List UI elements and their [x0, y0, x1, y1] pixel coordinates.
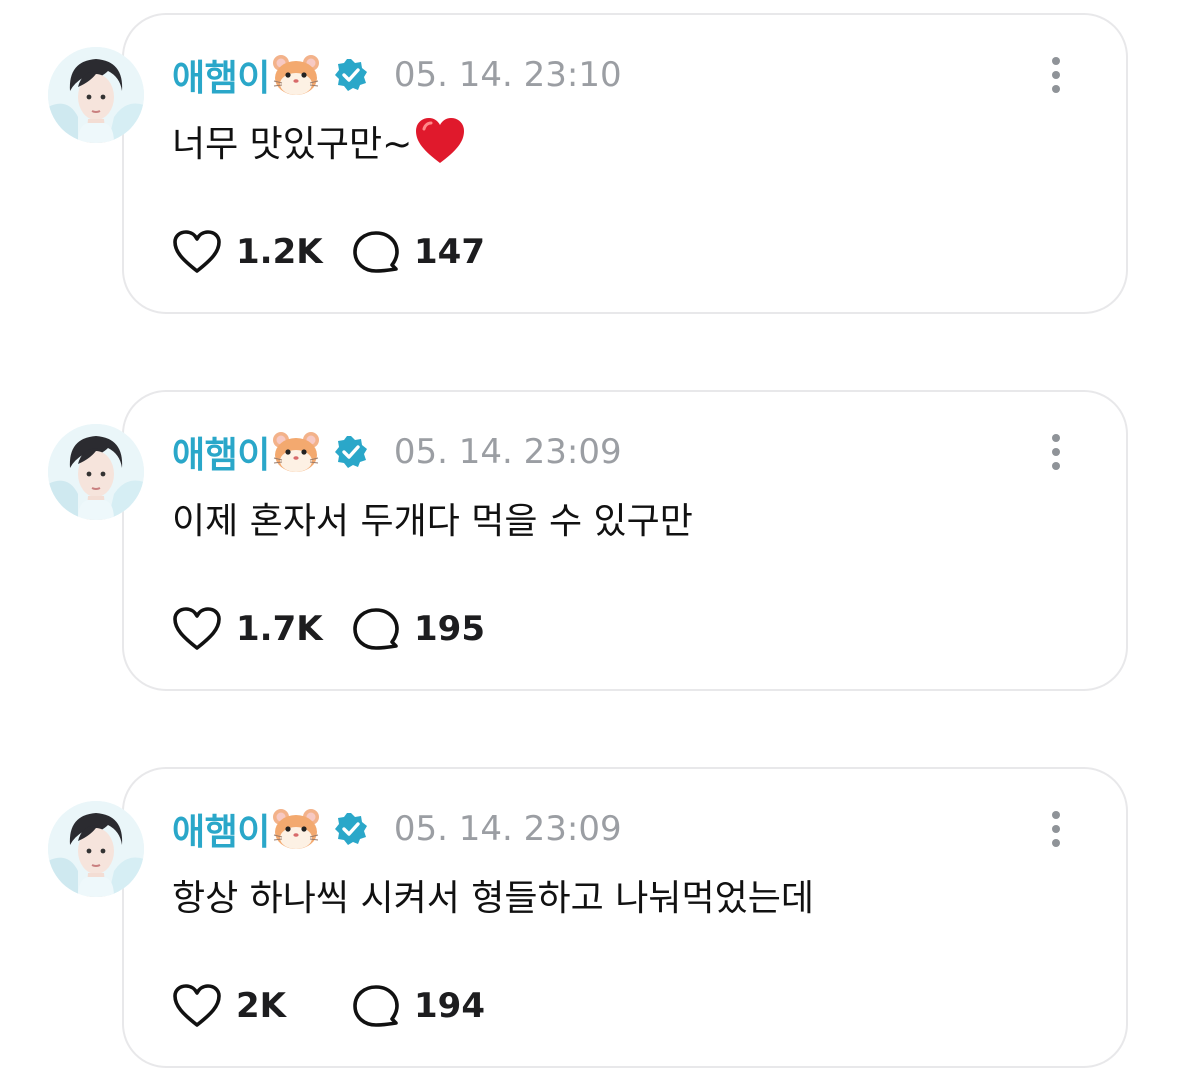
- reply-count: 194: [414, 986, 485, 1026]
- avatar[interactable]: [48, 424, 144, 520]
- post-body: 너무 맛있구만~: [172, 115, 466, 167]
- author-name[interactable]: 애햄이: [172, 803, 270, 855]
- reply-bubble-icon: [352, 606, 400, 652]
- like-button[interactable]: 2K: [172, 983, 352, 1029]
- like-button[interactable]: 1.2K: [172, 229, 352, 275]
- verified-badge-icon: [334, 812, 368, 846]
- reply-button[interactable]: 195: [352, 606, 485, 652]
- more-options-icon[interactable]: [1034, 53, 1078, 97]
- reply-button[interactable]: 194: [352, 983, 485, 1029]
- post-actions: 2K 194: [172, 983, 485, 1029]
- heart-outline-icon: [172, 229, 222, 275]
- post-card-container: 애햄이: [0, 754, 1179, 1068]
- hamster-face-icon: [272, 430, 320, 474]
- post-header: 애햄이: [172, 426, 622, 478]
- like-count: 2K: [236, 986, 287, 1026]
- post-card-container: 애햄이: [0, 377, 1179, 691]
- post-card[interactable]: 애햄이: [122, 13, 1128, 314]
- author-name[interactable]: 애햄이: [172, 49, 270, 101]
- post-body: 이제 혼자서 두개다 먹을 수 있구만: [172, 492, 693, 544]
- post-card[interactable]: 애햄이: [122, 767, 1128, 1068]
- post-timestamp: 05. 14. 23:10: [393, 55, 622, 95]
- reply-bubble-icon: [352, 229, 400, 275]
- reply-count: 147: [414, 232, 485, 272]
- post-timestamp: 05. 14. 23:09: [393, 432, 622, 472]
- post-card-container: 애햄이: [0, 0, 1179, 314]
- post-actions: 1.2K 147: [172, 229, 485, 275]
- post-header: 애햄이: [172, 803, 622, 855]
- more-options-icon[interactable]: [1034, 430, 1078, 474]
- hamster-face-icon: [272, 53, 320, 97]
- like-button[interactable]: 1.7K: [172, 606, 352, 652]
- post-body: 항상 하나씩 시켜서 형들하고 나눠먹었는데: [172, 869, 814, 921]
- post-text: 항상 하나씩 시켜서 형들하고 나눠먹었는데: [172, 878, 814, 919]
- heart-outline-icon: [172, 606, 222, 652]
- reply-count: 195: [414, 609, 485, 649]
- avatar[interactable]: [48, 47, 144, 143]
- red-heart-icon: [414, 117, 466, 165]
- post-timestamp: 05. 14. 23:09: [393, 809, 622, 849]
- post-card[interactable]: 애햄이: [122, 390, 1128, 691]
- reply-button[interactable]: 147: [352, 229, 485, 275]
- verified-badge-icon: [334, 58, 368, 92]
- post-text: 너무 맛있구만~: [172, 124, 413, 165]
- post-actions: 1.7K 195: [172, 606, 485, 652]
- post-feed: 애햄이 05. 14. 23:10 너무 맛있구만~ 1.2K 147 애햄이 …: [0, 0, 1179, 1085]
- avatar[interactable]: [48, 801, 144, 897]
- post-text: 이제 혼자서 두개다 먹을 수 있구만: [172, 501, 693, 542]
- post-header: 애햄이: [172, 49, 622, 101]
- heart-outline-icon: [172, 983, 222, 1029]
- like-count: 1.2K: [236, 232, 323, 272]
- like-count: 1.7K: [236, 609, 323, 649]
- verified-badge-icon: [334, 435, 368, 469]
- reply-bubble-icon: [352, 983, 400, 1029]
- more-options-icon[interactable]: [1034, 807, 1078, 851]
- hamster-face-icon: [272, 807, 320, 851]
- author-name[interactable]: 애햄이: [172, 426, 270, 478]
